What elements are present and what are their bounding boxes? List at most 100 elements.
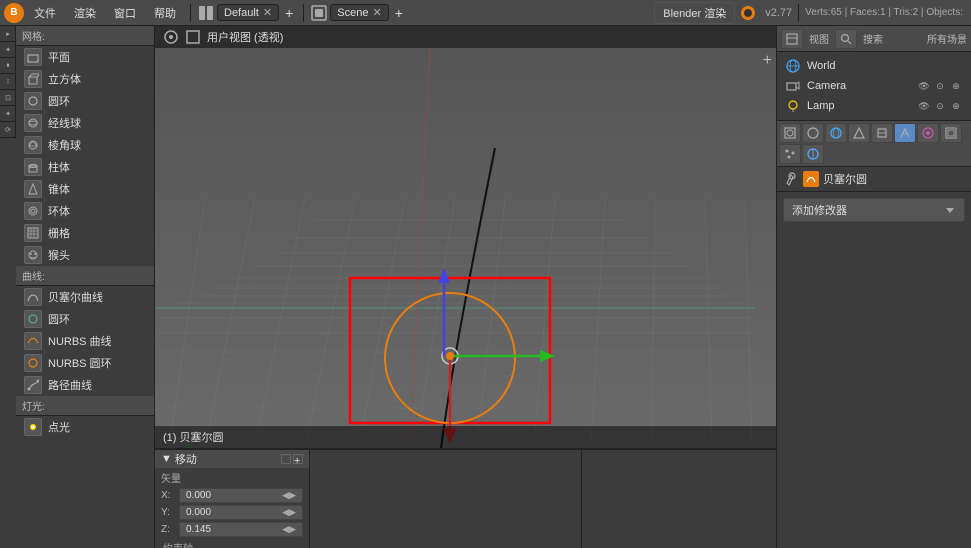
lamp-name: Lamp: [807, 100, 835, 112]
menu-window[interactable]: 窗口: [106, 3, 144, 23]
lamp-vis-1[interactable]: 👁: [917, 99, 931, 113]
prop-modifiers-btn[interactable]: [894, 123, 916, 143]
y-value: 0.000: [186, 507, 211, 518]
prop-constraints-btn[interactable]: [871, 123, 893, 143]
camera-vis-3[interactable]: ⊕: [949, 79, 963, 93]
viewport-plus-btn[interactable]: +: [763, 52, 772, 70]
viewport-bottom-bar: (1) 贝塞尔圆: [155, 426, 776, 448]
prop-materials-btn[interactable]: [917, 123, 939, 143]
z-coord-row: Z: 0.145 ◀▶: [155, 521, 309, 538]
cube-icon: [24, 70, 42, 88]
tool-bezier[interactable]: 贝塞尔曲线: [16, 286, 154, 308]
prop-textures-btn[interactable]: [940, 123, 962, 143]
side-tool-2[interactable]: ✦: [0, 42, 16, 58]
tool-plane[interactable]: 平面: [16, 46, 154, 68]
tool-point-lamp[interactable]: 点光: [16, 416, 154, 438]
bezier-circle-label: 圆环: [48, 311, 70, 327]
nurbs-curve-label: NURBS 曲线: [48, 333, 112, 349]
side-tool-5[interactable]: ⊡: [0, 90, 16, 106]
tool-list: 网格: 平面 立方体 圆环 经线球: [16, 26, 154, 438]
uvsphere-label: 经线球: [48, 115, 81, 131]
viewport-area[interactable]: 用户视图 (透视): [155, 26, 776, 448]
y-coord-row: Y: 0.000 ◀▶: [155, 504, 309, 521]
y-input[interactable]: 0.000 ◀▶: [179, 505, 303, 520]
prop-scene-btn[interactable]: [802, 123, 824, 143]
tool-torus[interactable]: 环体: [16, 200, 154, 222]
prop-render-btn[interactable]: [779, 123, 801, 143]
move-minimize[interactable]: [281, 454, 291, 464]
tool-cube[interactable]: 立方体: [16, 68, 154, 90]
right-sidebar: 视图 搜索 所有场景 World: [776, 26, 971, 548]
x-coord-row: X: 0.000 ◀▶: [155, 487, 309, 504]
camera-vis-1[interactable]: 👁: [917, 79, 931, 93]
screen-layout-icon: [197, 4, 215, 22]
x-input[interactable]: 0.000 ◀▶: [179, 488, 303, 503]
side-tool-3[interactable]: ⬧: [0, 58, 16, 74]
add-modifier-button[interactable]: 添加修改器: [783, 198, 965, 222]
z-input[interactable]: 0.145 ◀▶: [179, 522, 303, 537]
side-tool-4[interactable]: ↕: [0, 74, 16, 90]
workspace-plus[interactable]: ✕: [263, 6, 272, 19]
move-arrow: ▼: [161, 453, 172, 465]
prop-object-btn[interactable]: [848, 123, 870, 143]
vector-label: 矢量: [155, 468, 309, 487]
lamp-vis-3[interactable]: ⊕: [949, 99, 963, 113]
bezier-label: 贝塞尔曲线: [48, 289, 103, 305]
prop-world-btn[interactable]: [825, 123, 847, 143]
tool-circle[interactable]: 圆环: [16, 90, 154, 112]
monkey-icon: [24, 246, 42, 264]
blender-logo[interactable]: B: [4, 3, 24, 23]
tool-cylinder[interactable]: 柱体: [16, 156, 154, 178]
nurbs-circle-label: NURBS 圆环: [48, 355, 112, 371]
side-tool-6[interactable]: ✦: [0, 106, 16, 122]
scene-tab[interactable]: Scene ✕: [330, 4, 388, 21]
lamp-vis-2[interactable]: ⊙: [933, 99, 947, 113]
prop-particles-btn[interactable]: [779, 144, 801, 164]
move-section-header[interactable]: ▼ 移动 +: [155, 450, 309, 468]
camera-vis-2[interactable]: ⊙: [933, 79, 947, 93]
tool-bezier-circle[interactable]: 圆环: [16, 308, 154, 330]
scene-plus[interactable]: ✕: [372, 6, 381, 19]
x-label: X:: [161, 490, 175, 501]
tool-nurbs-curve[interactable]: NURBS 曲线: [16, 330, 154, 352]
add-scene-btn[interactable]: +: [391, 5, 407, 21]
object-title-bar: 贝塞尔圆: [777, 167, 971, 192]
view-btn[interactable]: [781, 29, 803, 49]
workspace-default-tab[interactable]: Default ✕: [217, 4, 279, 21]
menu-help[interactable]: 帮助: [146, 3, 184, 23]
all-scenes-label: 所有场景: [927, 31, 967, 46]
viewport-mode-icon: [163, 29, 179, 45]
nurbs-circle-icon: [24, 354, 42, 372]
view-label: 视图: [805, 31, 833, 46]
nurbs-curve-icon: [24, 332, 42, 350]
torus-icon: [24, 202, 42, 220]
tool-nurbs-circle[interactable]: NURBS 圆环: [16, 352, 154, 374]
tool-monkey[interactable]: 猴头: [16, 244, 154, 266]
tool-uvsphere[interactable]: 经线球: [16, 112, 154, 134]
z-label: Z:: [161, 524, 175, 535]
viewport-label: 用户视图 (透视): [207, 29, 283, 45]
scene-item-camera[interactable]: Camera 👁 ⊙ ⊕: [781, 76, 967, 96]
left-sidebar: ▸ ✦ ⬧ ↕ ⊡ ✦ ⟳ 网格: 平面 立方体: [0, 26, 155, 548]
menu-file[interactable]: 文件: [26, 3, 64, 23]
path-icon: [24, 376, 42, 394]
side-tool-7[interactable]: ⟳: [0, 122, 16, 138]
tool-icosphere[interactable]: 棱角球: [16, 134, 154, 156]
prop-physics-btn[interactable]: [802, 144, 824, 164]
menu-render[interactable]: 渲染: [66, 3, 104, 23]
tool-path[interactable]: 路径曲线: [16, 374, 154, 396]
render-engine-select[interactable]: Blender 渲染: [654, 2, 735, 24]
tool-grid[interactable]: 栅格: [16, 222, 154, 244]
world-icon: [785, 58, 801, 74]
bezier-object-icon: [803, 171, 819, 187]
side-tool-1[interactable]: ▸: [0, 26, 16, 42]
cube-label: 立方体: [48, 71, 81, 87]
scene-item-lamp[interactable]: Lamp 👁 ⊙ ⊕: [781, 96, 967, 116]
scene-item-world[interactable]: World: [781, 56, 967, 76]
move-expand[interactable]: +: [293, 454, 303, 464]
viewport-header: 用户视图 (透视): [155, 26, 776, 48]
add-workspace-btn[interactable]: +: [281, 5, 297, 21]
search-btn[interactable]: [835, 29, 857, 49]
tool-cone[interactable]: 锥体: [16, 178, 154, 200]
x-value: 0.000: [186, 490, 211, 501]
